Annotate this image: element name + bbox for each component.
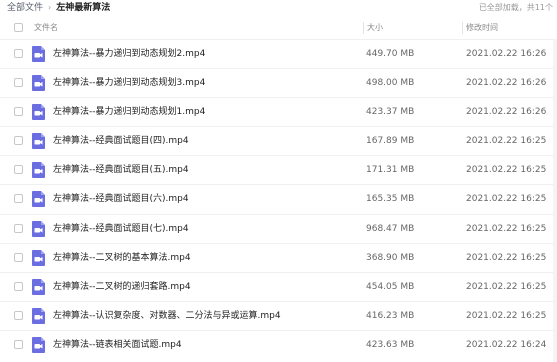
video-file-icon: [32, 220, 45, 237]
breadcrumb-root-link[interactable]: 全部文件: [7, 3, 43, 13]
file-modified-time: 2021.02.22 16:25: [466, 310, 547, 321]
file-size: 167.89 MB: [366, 136, 415, 147]
file-list: 左神算法--暴力递归到动态规划2.mp4 449.70 MB 2021.02.22 …: [0, 39, 557, 359]
video-file-icon: [32, 104, 45, 121]
table-row[interactable]: 左神算法--经典面试题目(六).mp4 165.35 MB 2021.02.22 1…: [0, 184, 557, 213]
file-size: 968.47 MB: [366, 223, 415, 234]
file-modified-time: 2021.02.22 16:25: [466, 194, 547, 205]
column-header-size[interactable]: 大小: [363, 22, 383, 34]
scrollbar[interactable]: [553, 39, 557, 362]
file-name[interactable]: 左神算法--经典面试题目(七).mp4: [53, 215, 189, 243]
load-status-text: 已全部加载，共11个: [478, 3, 553, 12]
table-row[interactable]: 左神算法--链表相关面试题.mp4 423.63 MB 2021.02.22 16:…: [0, 329, 557, 359]
table-row[interactable]: 左神算法--二叉树的基本算法.mp4 368.90 MB 2021.02.22 16…: [0, 242, 557, 272]
file-modified-time: 2021.02.22 16:25: [466, 281, 547, 292]
file-name[interactable]: 左神算法--暴力递归到动态规划3.mp4: [53, 69, 205, 97]
video-file-icon: [32, 336, 45, 353]
video-file-icon: [32, 46, 45, 62]
file-modified-time: 2021.02.22 16:26: [466, 107, 547, 118]
row-checkbox[interactable]: [14, 107, 23, 117]
file-size: 165.35 MB: [366, 194, 415, 205]
file-size: 449.70 MB: [366, 49, 415, 59]
file-modified-time: 2021.02.22 16:25: [466, 252, 547, 263]
table-row[interactable]: 左神算法--经典面试题目(五).mp4 171.31 MB 2021.02.22 1…: [0, 155, 557, 184]
video-file-icon: [32, 307, 45, 324]
file-name[interactable]: 左神算法--经典面试题目(四).mp4: [53, 127, 189, 155]
table-row[interactable]: 左神算法--经典面试题目(七).mp4 968.47 MB 2021.02.22 1…: [0, 213, 557, 243]
row-checkbox[interactable]: [14, 136, 23, 146]
video-file-icon: [32, 249, 45, 266]
file-name[interactable]: 左神算法--经典面试题目(六).mp4: [53, 185, 189, 213]
file-modified-time: 2021.02.22 16:25: [466, 223, 547, 234]
row-checkbox[interactable]: [14, 194, 23, 204]
file-name[interactable]: 左神算法--二叉树的基本算法.mp4: [53, 244, 191, 272]
file-modified-time: 2021.02.22 16:25: [466, 165, 547, 176]
table-row[interactable]: 左神算法--认识复杂度、对数器、二分法与异或运算.mp4 416.23 MB 202…: [0, 300, 557, 330]
file-size: 171.31 MB: [366, 165, 415, 176]
table-row[interactable]: 左神算法--二叉树的递归套路.mp4 454.05 MB 2021.02.22 16…: [0, 271, 557, 301]
table-row[interactable]: 左神算法--暴力递归到动态规划3.mp4 498.00 MB 2021.02.22 …: [0, 68, 557, 97]
file-name[interactable]: 左神算法--经典面试题目(五).mp4: [53, 156, 189, 184]
table-row[interactable]: 左神算法--暴力递归到动态规划2.mp4 449.70 MB 2021.02.22 …: [0, 39, 557, 68]
row-checkbox[interactable]: [14, 281, 23, 291]
file-name[interactable]: 左神算法--认识复杂度、对数器、二分法与异或运算.mp4: [53, 302, 281, 330]
file-modified-time: 2021.02.22 16:25: [466, 136, 547, 147]
file-modified-time: 2021.02.22 16:26: [466, 49, 547, 59]
row-checkbox[interactable]: [14, 310, 23, 320]
file-modified-time: 2021.02.22 16:24: [466, 339, 547, 350]
file-name[interactable]: 左神算法--二叉树的递归套路.mp4: [53, 273, 191, 301]
file-size: 416.23 MB: [366, 310, 415, 321]
breadcrumb-bar: 全部文件 › 左神最新算法 已全部加载，共11个: [0, 0, 557, 17]
file-size: 454.05 MB: [366, 281, 415, 292]
file-name[interactable]: 左神算法--暴力递归到动态规划1.mp4: [53, 98, 205, 126]
file-size: 498.00 MB: [366, 78, 415, 89]
row-checkbox[interactable]: [14, 165, 23, 175]
video-file-icon: [32, 75, 45, 92]
video-file-icon: [32, 133, 45, 150]
column-header-name[interactable]: 文件名: [34, 18, 58, 38]
file-list-header: 文件名 大小 修改时间: [0, 18, 557, 38]
file-name[interactable]: 左神算法--链表相关面试题.mp4: [53, 331, 182, 359]
file-name[interactable]: 左神算法--暴力递归到动态规划2.mp4: [53, 40, 205, 68]
row-checkbox[interactable]: [14, 339, 23, 349]
file-modified-time: 2021.02.22 16:26: [466, 78, 547, 89]
row-checkbox[interactable]: [14, 49, 23, 58]
row-checkbox[interactable]: [14, 223, 23, 233]
video-file-icon: [32, 191, 45, 208]
breadcrumb-current-folder: 左神最新算法: [56, 3, 111, 13]
column-header-time[interactable]: 修改时间: [462, 22, 498, 34]
row-checkbox[interactable]: [14, 78, 23, 88]
video-file-icon: [32, 278, 45, 295]
row-checkbox[interactable]: [14, 252, 23, 262]
file-size: 368.90 MB: [366, 252, 415, 263]
table-row[interactable]: 左神算法--经典面试题目(四).mp4 167.89 MB 2021.02.22 1…: [0, 126, 557, 155]
breadcrumb-separator-icon: ›: [48, 3, 52, 12]
file-size: 423.37 MB: [366, 107, 415, 118]
select-all-checkbox[interactable]: [14, 23, 23, 32]
table-row[interactable]: 左神算法--暴力递归到动态规划1.mp4 423.37 MB 2021.02.22 …: [0, 97, 557, 126]
video-file-icon: [32, 162, 45, 179]
file-size: 423.63 MB: [366, 339, 415, 350]
